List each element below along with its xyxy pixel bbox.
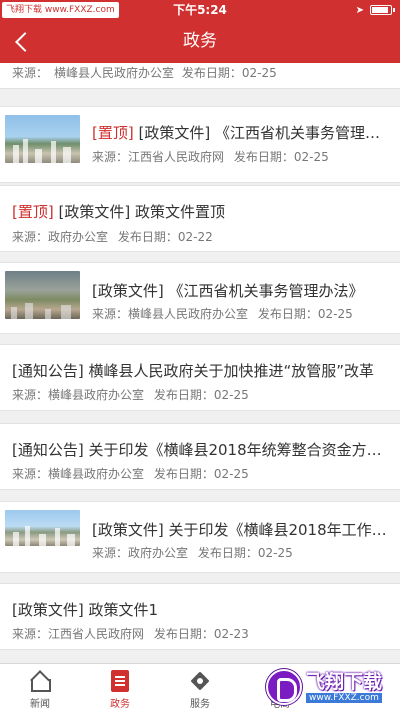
tab-government[interactable]: 政务 xyxy=(80,664,160,711)
tab-label: 政务 xyxy=(110,699,130,710)
article-meta: 来源：政府办公室 发布日期：02-25 xyxy=(92,546,293,560)
article-meta: 来源：横峰县政府办公室 发布日期：02-25 xyxy=(12,388,249,402)
nav-bar: 政务 xyxy=(0,20,400,63)
home-icon xyxy=(29,670,51,692)
status-time: 下午5:24 xyxy=(173,3,227,17)
location-icon: ➤ xyxy=(355,4,364,16)
tab-service[interactable]: 服务 xyxy=(160,664,240,711)
article-meta: 来源：横峰县政府办公室 发布日期：02-25 xyxy=(12,467,249,481)
article-title: [通知公告] 关于印发《横峰县2018年统筹整合资金方案》 xyxy=(12,441,387,459)
tab-label: 服务 xyxy=(190,699,210,710)
article-title: [政策文件] 《江西省机关事务管理办法》 xyxy=(92,282,364,300)
status-bar: 飞翔下载 www.FXXZ.com 下午5:24 ➤ xyxy=(0,0,400,20)
article-list[interactable]: 来源： 横峰县人民政府办公室 发布日期：02-25 [置顶] [政策文件] 《江西… xyxy=(0,63,400,663)
list-item[interactable]: [政策文件] 政策文件1 来源：江西省人民政府网 发布日期：02-23 xyxy=(0,583,400,650)
article-thumbnail xyxy=(5,271,80,319)
list-item[interactable]: [政策文件] 关于印发《横峰县2018年工作要点》 来源：政府办公室 发布日期：… xyxy=(0,501,400,573)
watermark-text: 飞翔下载 xyxy=(306,671,383,693)
article-title: [置顶] [政策文件] 《江西省机关事务管理办法》 xyxy=(92,124,387,142)
list-item[interactable]: 来源： 横峰县人民政府办公室 发布日期：02-25 xyxy=(0,63,400,89)
tab-news[interactable]: 新闻 xyxy=(0,664,80,711)
article-meta: 来源：政府办公室 发布日期：02-22 xyxy=(12,230,213,244)
article-meta: 来源：江西省人民政府网 发布日期：02-25 xyxy=(92,150,329,164)
list-item[interactable]: [通知公告] 横峰县人民政府关于加快推进“放管服”改革 来源：横峰县政府办公室 … xyxy=(0,344,400,411)
service-icon xyxy=(189,670,211,692)
watermark-logo-icon xyxy=(266,669,302,705)
watermark: 飞翔下载 www.FXXZ.com xyxy=(266,665,394,709)
article-title: [政策文件] 政策文件1 xyxy=(12,601,159,619)
battery-icon xyxy=(370,5,395,15)
article-meta: 来源：横峰县人民政府办公室 发布日期：02-25 xyxy=(92,307,353,321)
page-title: 政务 xyxy=(183,31,217,51)
watermark-url: www.FXXZ.com xyxy=(306,693,382,703)
list-item[interactable]: [政策文件] 《江西省机关事务管理办法》 来源：横峰县人民政府办公室 发布日期：… xyxy=(0,262,400,334)
status-icons: ➤ xyxy=(355,0,395,20)
list-item[interactable]: [置顶] [政策文件] 政策文件置顶 来源：政府办公室 发布日期：02-22 xyxy=(0,185,400,252)
document-icon xyxy=(111,670,129,692)
list-item[interactable]: [置顶] [政策文件] 《江西省机关事务管理办法》 来源：江西省人民政府网 发布… xyxy=(0,106,400,183)
list-item[interactable]: [通知公告] 关于印发《横峰县2018年统筹整合资金方案》 来源：横峰县政府办公… xyxy=(0,423,400,490)
tab-label: 新闻 xyxy=(30,699,50,710)
article-thumbnail xyxy=(5,115,80,163)
article-title: [通知公告] 横峰县人民政府关于加快推进“放管服”改革 xyxy=(12,362,375,380)
article-thumbnail xyxy=(5,510,80,546)
article-title: [置顶] [政策文件] 政策文件置顶 xyxy=(12,203,225,221)
article-meta: 来源：江西省人民政府网 发布日期：02-23 xyxy=(12,627,249,641)
article-title: [政策文件] 关于印发《横峰县2018年工作要点》 xyxy=(92,521,387,539)
article-meta: 来源：横峰县人民政府办公室 发布日期：02-25 xyxy=(12,66,277,80)
